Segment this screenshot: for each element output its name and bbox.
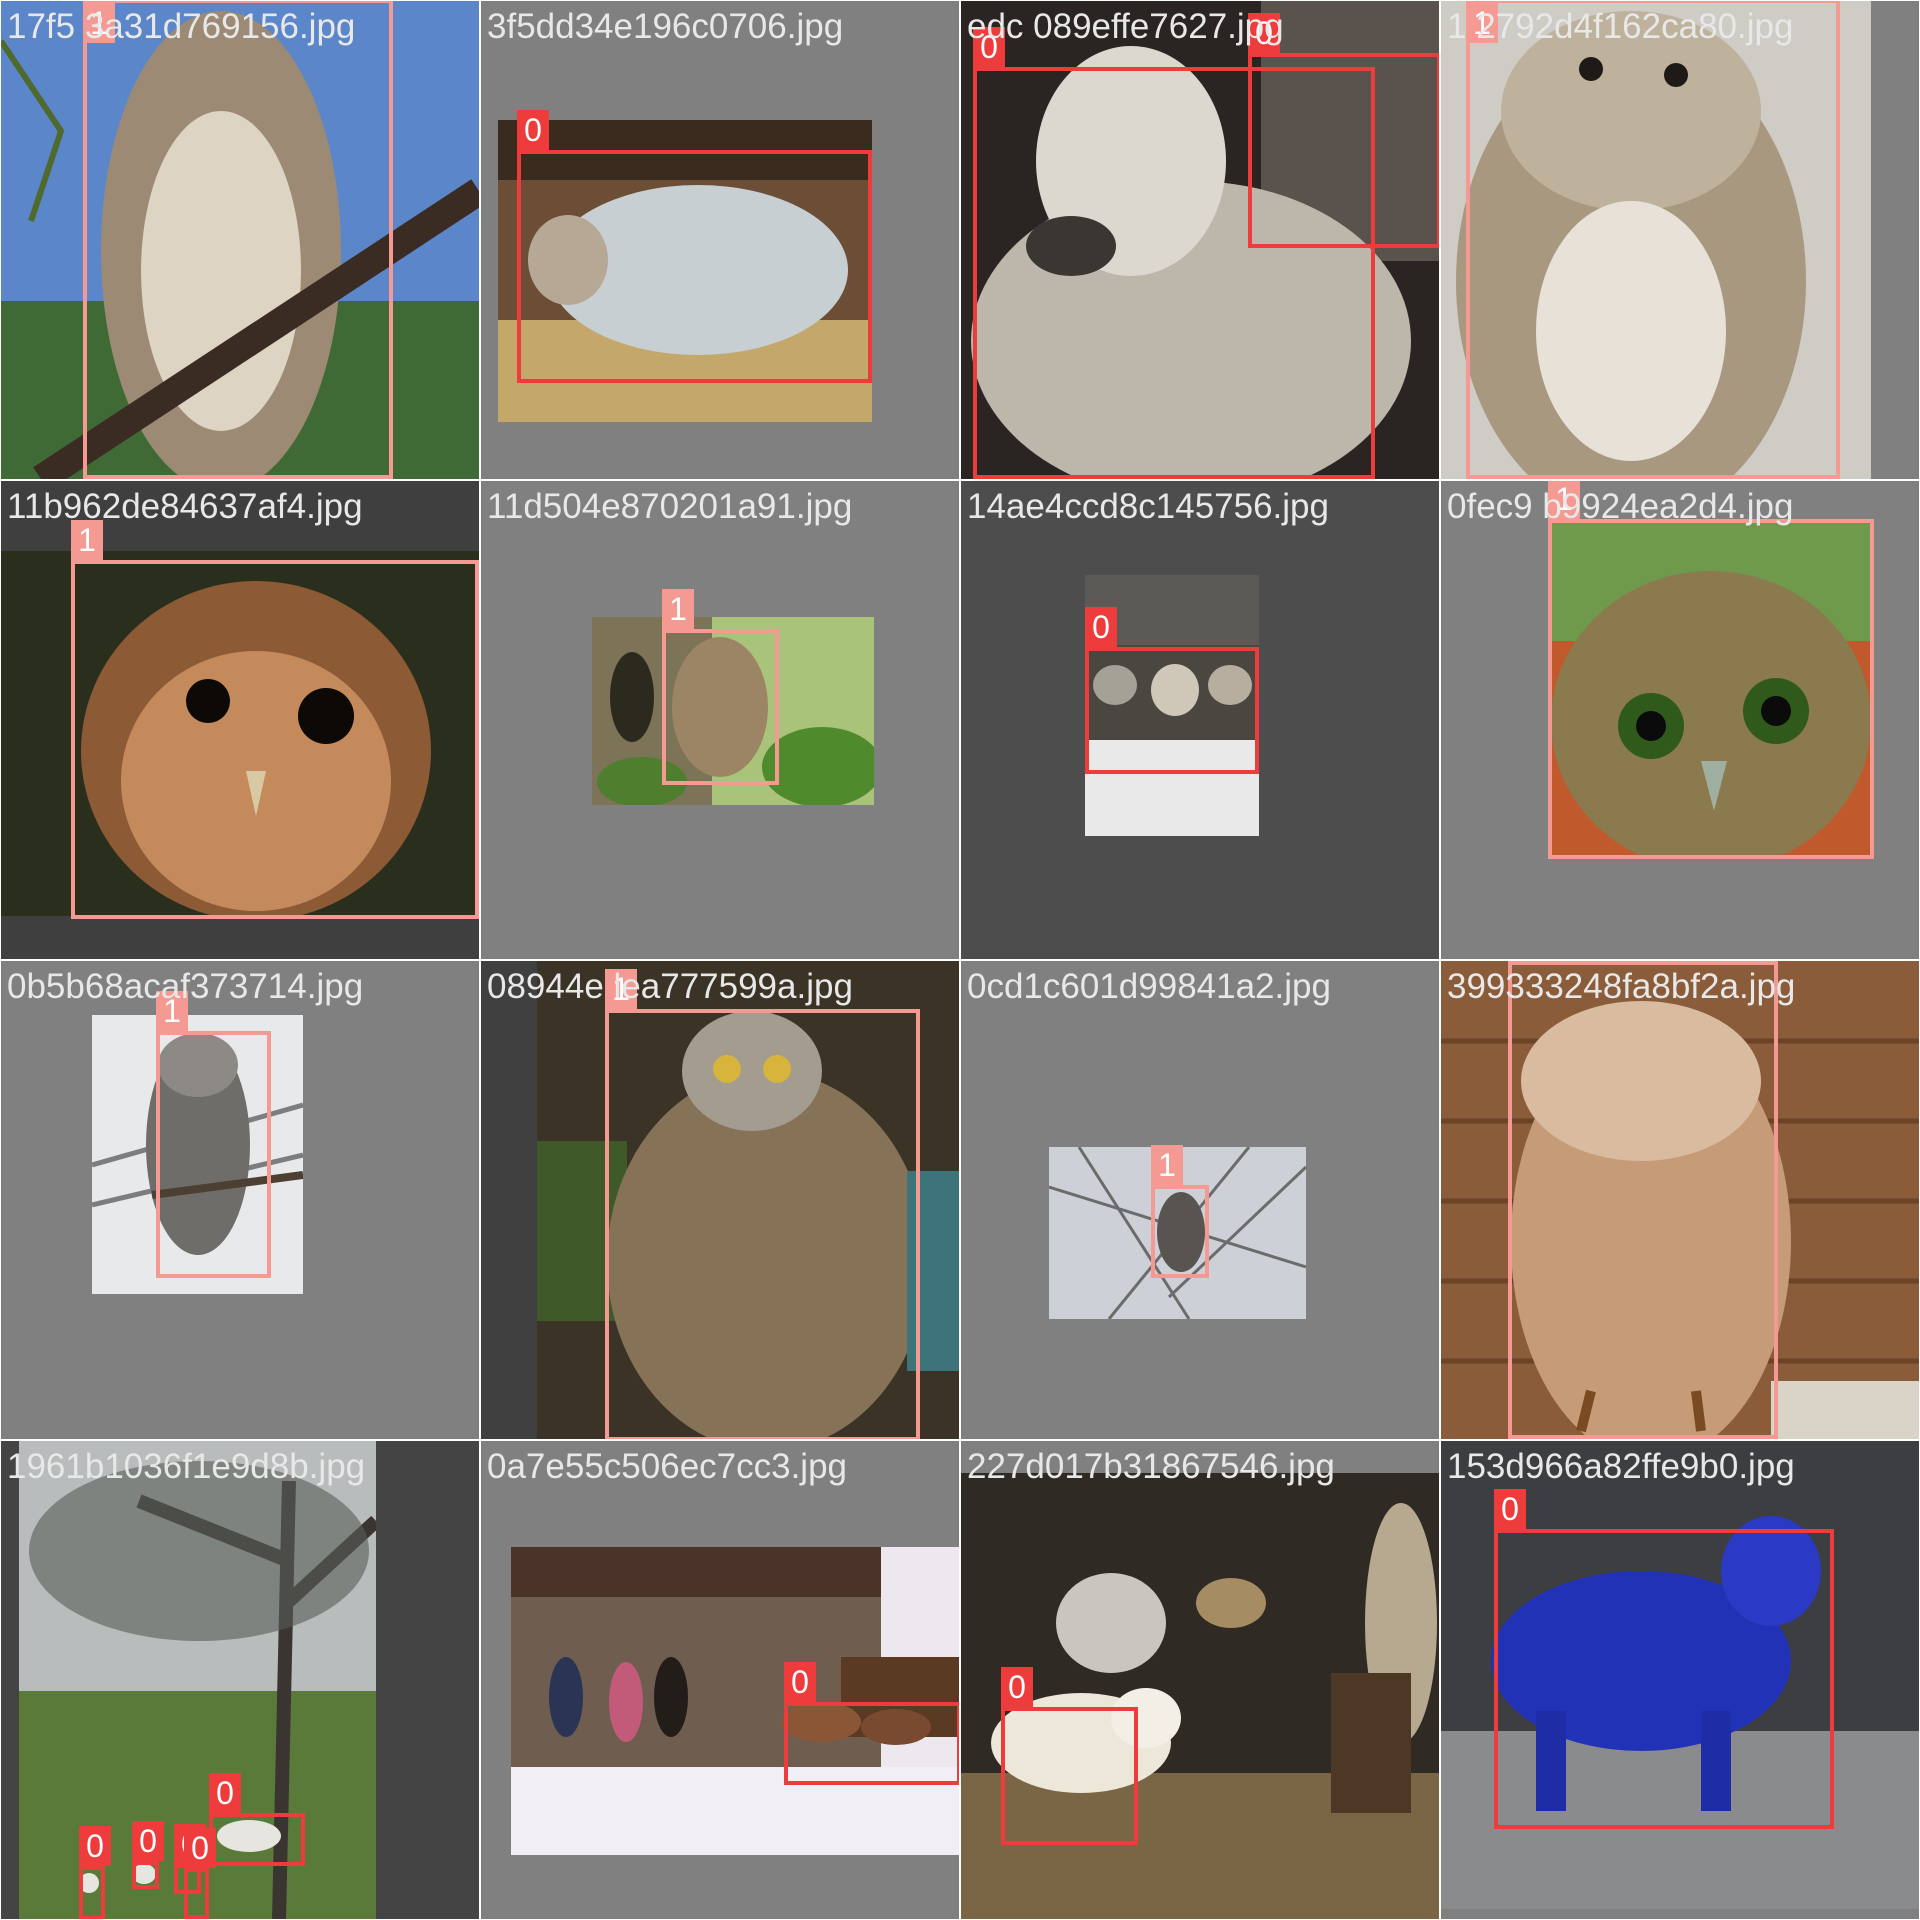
bounding-box: 1: [1508, 961, 1778, 1439]
bounding-box: 0: [784, 1662, 959, 1785]
class-label: 0: [1001, 1667, 1033, 1707]
filename-label: 3f5dd34e196c0706.jpg: [487, 7, 844, 46]
class-label: 0: [1494, 1489, 1526, 1529]
mosaic-tile[interactable]: 0 0a7e55c506ec7cc3.jpg: [481, 1441, 959, 1919]
class-label: 0: [209, 1773, 241, 1813]
bounding-box: 1: [1466, 1, 1840, 479]
bounding-box: 0: [517, 110, 872, 383]
mosaic-tile[interactable]: 1 11b962de84637af4.jpg: [1, 481, 479, 959]
class-label: 0: [1085, 607, 1117, 647]
bounding-box: 0: [1494, 1489, 1834, 1829]
mosaic-tile[interactable]: 0 3f5dd34e196c0706.jpg: [481, 1, 959, 479]
mosaic-tile[interactable]: 1 399333248fa8bf2a.jpg: [1441, 961, 1919, 1439]
bounding-box: 1: [1151, 1145, 1209, 1278]
filename-label: 11b962de84637af4.jpg: [7, 487, 363, 526]
class-label: 0: [132, 1821, 164, 1861]
filename-label: edc 089effe7627.jpg: [967, 7, 1284, 46]
mosaic-tile[interactable]: 1 17f5 3a31d769156.jpg: [1, 1, 479, 479]
bounding-box: 0: [1248, 13, 1439, 248]
filename-label: 0a7e55c506ec7cc3.jpg: [487, 1447, 848, 1486]
class-label: 1: [662, 589, 694, 629]
mosaic-tile[interactable]: 0 0 0 0 0 1961b1036f1e9d8b.jpg: [1, 1441, 479, 1919]
mosaic-tile[interactable]: 1 0cd1c601d99841a2.jpg: [961, 961, 1439, 1439]
bounding-box: 1: [605, 969, 920, 1439]
class-label: 0: [79, 1826, 111, 1866]
class-label: 0: [517, 110, 549, 150]
bounding-box: 1: [1548, 481, 1874, 859]
mosaic-tile[interactable]: 1 1 2792d4f162ca80.jpg: [1441, 1, 1919, 479]
filename-label: 0b5b68acaf373714.jpg: [7, 967, 364, 1006]
filename-label: 1961b1036f1e9d8b.jpg: [7, 1447, 366, 1486]
mosaic-tile[interactable]: 0 14ae4ccd8c145756.jpg: [961, 481, 1439, 959]
bounding-box: 1: [662, 589, 779, 785]
filename-label: 399333248fa8bf2a.jpg: [1447, 967, 1796, 1006]
bounding-box: 0: [184, 1828, 216, 1919]
bounding-box: 1: [156, 991, 271, 1278]
bounding-box: 0: [1001, 1667, 1138, 1845]
filename-label: 08944e lea777599a.jpg: [487, 967, 853, 1006]
mosaic-tile[interactable]: 0 153d966a82ffe9b0.jpg: [1441, 1441, 1919, 1919]
bounding-box: 0: [79, 1826, 111, 1919]
sheep-photo: [511, 1547, 959, 1855]
bounding-box: 0: [1085, 607, 1259, 774]
filename-label: 227d017b31867546.jpg: [967, 1447, 1335, 1486]
mosaic-grid: 1 17f5 3a31d769156.jpg 0 3f5dd34e196c070…: [0, 0, 1920, 1920]
filename-label: 0cd1c601d99841a2.jpg: [967, 967, 1331, 1006]
class-label: 0: [184, 1828, 216, 1868]
bounding-box: 1: [71, 520, 479, 919]
bounding-box: 1: [83, 1, 393, 479]
filename-label: 0fec9 b9924ea2d4.jpg: [1447, 487, 1794, 526]
filename-label: 17f5 3a31d769156.jpg: [7, 7, 356, 46]
bounding-box: 0: [132, 1821, 164, 1889]
filename-label: 153d966a82ffe9b0.jpg: [1447, 1447, 1795, 1486]
filename-label: 11d504e870201a91.jpg: [487, 487, 853, 526]
bounding-box: 0: [209, 1773, 305, 1866]
mosaic-tile[interactable]: 1 0b5b68acaf373714.jpg: [1, 961, 479, 1439]
mosaic-tile[interactable]: 0 227d017b31867546.jpg: [961, 1441, 1439, 1919]
mosaic-tile[interactable]: 1 0fec9 b9924ea2d4.jpg: [1441, 481, 1919, 959]
mosaic-tile[interactable]: 1 11d504e870201a91.jpg: [481, 481, 959, 959]
filename-label: 14ae4ccd8c145756.jpg: [967, 487, 1329, 526]
mosaic-tile[interactable]: 0 0 edc 089effe7627.jpg: [961, 1, 1439, 479]
filename-label: 1 2792d4f162ca80.jpg: [1447, 7, 1794, 46]
mosaic-tile[interactable]: 1 08944e lea777599a.jpg: [481, 961, 959, 1439]
class-label: 1: [1151, 1145, 1183, 1185]
class-label: 0: [784, 1662, 816, 1702]
